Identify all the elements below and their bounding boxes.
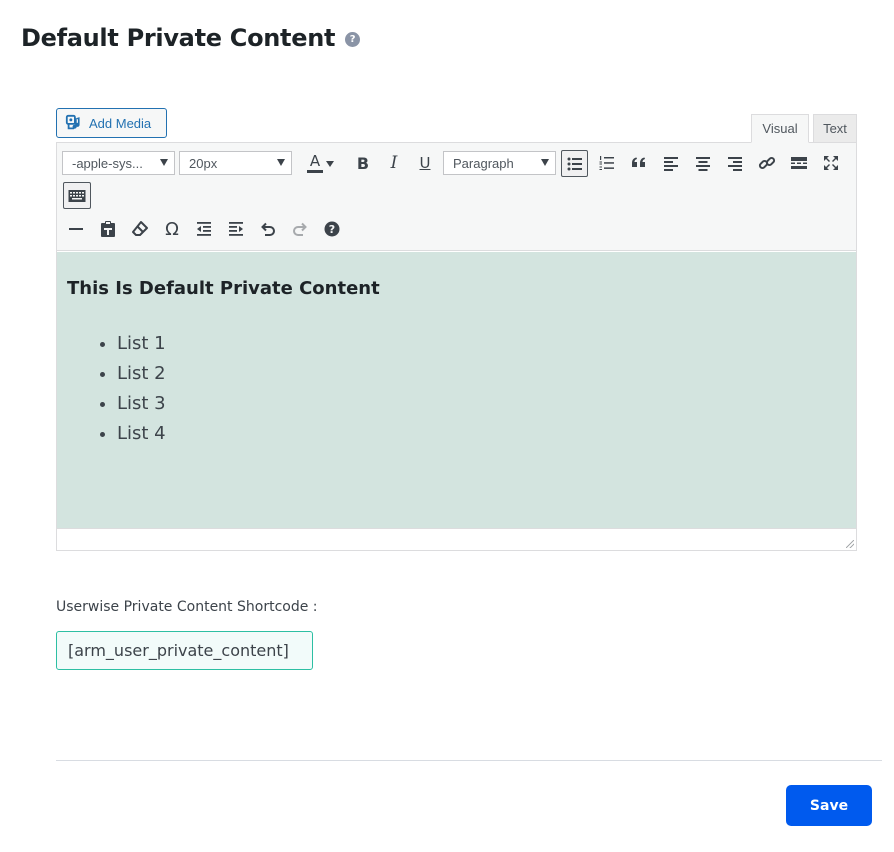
chevron-down-icon — [160, 159, 168, 166]
save-button[interactable]: Save — [786, 785, 872, 826]
paste-as-text-button[interactable] — [94, 215, 122, 243]
editor-toolbar: -apple-sys... 20px A B I U Paragraph Ω ? — [57, 143, 856, 251]
fullscreen-icon — [824, 156, 838, 170]
keyboard-shortcuts-help-button[interactable]: ? — [318, 215, 346, 243]
italic-icon: I — [390, 153, 398, 173]
list-item: List 4 — [117, 419, 846, 449]
align-center-button[interactable] — [689, 149, 717, 177]
chevron-down-icon — [277, 159, 285, 166]
shortcode-label: Userwise Private Content Shortcode : — [56, 599, 318, 615]
numbered-list-button[interactable] — [593, 149, 621, 177]
special-character-button[interactable]: Ω — [158, 215, 186, 243]
list-item: List 1 — [117, 329, 846, 359]
numbered-list-icon — [599, 156, 614, 170]
redo-icon — [293, 222, 307, 236]
page-title: Default Private Content — [21, 24, 336, 52]
content-bullet-list: List 1 List 2 List 3 List 4 — [117, 329, 846, 449]
page-header: Default Private Content ? — [21, 24, 361, 52]
font-family-value: -apple-sys... — [72, 155, 143, 171]
list-item: List 3 — [117, 389, 846, 419]
font-size-value: 20px — [189, 155, 218, 171]
bold-button[interactable]: B — [349, 149, 377, 177]
align-right-icon — [728, 157, 742, 171]
keyboard-toggle-icon — [68, 189, 86, 202]
bullet-list-icon — [567, 157, 582, 170]
text-color-icon: A — [307, 153, 323, 173]
outdent-icon — [197, 222, 211, 236]
media-icon — [65, 114, 80, 130]
horizontal-line-button[interactable] — [62, 215, 90, 243]
format-select[interactable]: Paragraph — [443, 151, 556, 175]
outdent-button[interactable] — [190, 215, 218, 243]
question-circle-icon[interactable]: ? — [345, 31, 361, 47]
svg-text:?: ? — [329, 223, 335, 236]
tab-text[interactable]: Text — [813, 114, 857, 143]
italic-button[interactable]: I — [380, 149, 408, 177]
help-icon: ? — [324, 221, 340, 237]
add-media-label: Add Media — [89, 115, 152, 131]
undo-button[interactable] — [254, 215, 282, 243]
underline-icon: U — [419, 154, 431, 172]
keyboard-toggle-button[interactable] — [63, 182, 91, 209]
read-more-button[interactable] — [785, 149, 813, 177]
list-item: List 2 — [117, 359, 846, 389]
clear-formatting-button[interactable] — [126, 215, 154, 243]
align-center-icon — [696, 157, 710, 171]
format-value: Paragraph — [453, 155, 514, 171]
add-media-button[interactable]: Add Media — [56, 108, 167, 138]
font-size-select[interactable]: 20px — [179, 151, 292, 175]
bold-icon: B — [356, 153, 370, 173]
editor-content-area[interactable]: This Is Default Private Content List 1 L… — [57, 252, 856, 528]
clear-formatting-icon — [132, 221, 148, 236]
bullet-list-button[interactable] — [561, 150, 588, 177]
indent-button[interactable] — [222, 215, 250, 243]
blockquote-button[interactable] — [625, 149, 653, 177]
text-color-button[interactable]: A — [297, 149, 341, 177]
align-left-icon — [664, 157, 678, 171]
insert-link-button[interactable] — [753, 149, 781, 177]
tab-visual[interactable]: Visual — [751, 114, 809, 143]
shortcode-field[interactable]: [arm_user_private_content] — [56, 631, 313, 670]
undo-icon — [261, 222, 275, 236]
blockquote-icon — [632, 157, 645, 167]
underline-button[interactable]: U — [411, 149, 439, 177]
rich-text-editor: -apple-sys... 20px A B I U Paragraph Ω ?… — [56, 142, 857, 551]
resize-handle-icon[interactable] — [846, 540, 854, 548]
align-right-button[interactable] — [721, 149, 749, 177]
align-left-button[interactable] — [657, 149, 685, 177]
chevron-down-icon — [541, 159, 549, 166]
redo-button[interactable] — [286, 215, 314, 243]
paste-as-text-icon — [101, 221, 115, 237]
omega-icon: Ω — [165, 218, 179, 240]
fullscreen-button[interactable] — [817, 149, 845, 177]
horizontal-line-icon — [69, 228, 83, 230]
font-family-select[interactable]: -apple-sys... — [62, 151, 175, 175]
chevron-down-icon — [326, 161, 334, 167]
editor-statusbar — [57, 528, 856, 550]
indent-icon — [229, 222, 243, 236]
read-more-icon — [791, 157, 807, 169]
link-icon — [758, 156, 776, 170]
content-heading: This Is Default Private Content — [67, 278, 380, 299]
divider — [56, 760, 882, 761]
